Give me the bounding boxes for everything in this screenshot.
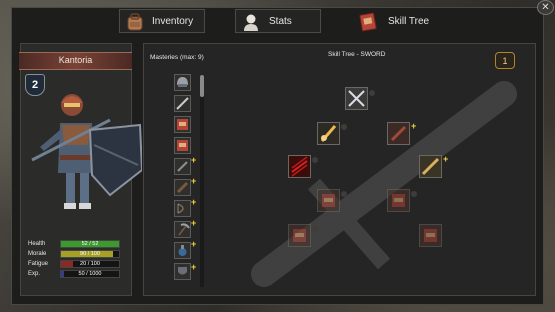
skill-node-locked-3[interactable] <box>288 224 311 247</box>
tome-icon <box>322 194 335 207</box>
sword-guard-icon <box>390 125 407 142</box>
stat-morale-label: Morale <box>28 251 47 257</box>
sword-watermark-icon <box>251 81 517 287</box>
plus-icon[interactable]: + <box>191 263 196 272</box>
morale-value: 90 / 100 <box>80 251 100 257</box>
node-indicator <box>411 191 417 197</box>
mastery-dagger[interactable] <box>174 158 191 175</box>
skill-node-strike[interactable] <box>317 122 340 145</box>
plus-icon[interactable]: + <box>443 155 448 164</box>
skill-tree-title: Skill Tree - SWORD <box>328 51 386 58</box>
fatigue-value: 20 / 100 <box>80 261 100 267</box>
mastery-helmet[interactable] <box>174 74 191 91</box>
skill-node-thrust[interactable] <box>419 155 442 178</box>
stat-fatigue-label: Fatigue <box>28 261 49 267</box>
tab-skill-tree-label: Skill Tree <box>388 15 430 27</box>
mastery-club[interactable] <box>174 179 191 196</box>
exp-bar: 50 / 1000 <box>60 270 120 278</box>
mastery-potion[interactable] <box>174 242 191 259</box>
character-portrait <box>31 94 142 209</box>
plus-icon[interactable]: + <box>191 219 196 228</box>
skill-node-root[interactable] <box>345 87 368 110</box>
sword-strike-icon <box>320 125 337 142</box>
club-icon <box>176 181 189 194</box>
health-value: 52 / 52 <box>81 241 99 247</box>
tab-stats-label: Stats <box>269 15 292 27</box>
mastery-sword[interactable] <box>174 95 191 112</box>
health-bar: 52 / 52 <box>60 240 120 248</box>
plus-icon[interactable]: + <box>191 240 196 249</box>
mastery-pickaxe[interactable] <box>174 221 191 238</box>
tab-skill-tree[interactable]: Skill Tree <box>352 9 438 33</box>
morale-bar: 90 / 100 <box>60 250 120 258</box>
plus-icon[interactable]: + <box>191 198 196 207</box>
tab-inventory-label: Inventory <box>152 15 194 27</box>
node-indicator <box>312 157 318 163</box>
masteries-scrollbar[interactable] <box>200 75 204 287</box>
mastery-bow[interactable] <box>174 200 191 217</box>
skill-node-locked-4[interactable] <box>419 224 442 247</box>
helmet-icon <box>177 77 188 87</box>
tab-stats[interactable]: Stats <box>235 9 321 33</box>
node-indicator <box>341 191 347 197</box>
tome-icon <box>177 119 188 130</box>
skill-node-locked-1[interactable] <box>317 189 340 212</box>
plus-icon[interactable]: + <box>411 122 416 131</box>
tome-icon <box>177 140 188 151</box>
sword-icon <box>176 97 189 110</box>
tome-icon <box>293 229 306 242</box>
node-indicator <box>312 226 318 232</box>
potion-icon <box>178 245 187 256</box>
stat-health-label: Health <box>28 241 46 247</box>
pickaxe-icon <box>178 223 190 236</box>
mastery-shield[interactable] <box>174 263 191 280</box>
exp-value: 50 / 1000 <box>78 271 102 277</box>
tome-icon <box>424 229 437 242</box>
plus-icon[interactable]: + <box>191 177 196 186</box>
plus-icon[interactable]: + <box>191 156 196 165</box>
tab-inventory[interactable]: Inventory <box>119 9 205 33</box>
shield-icon <box>178 267 187 275</box>
dagger-icon <box>177 161 188 172</box>
masteries-title: Masteries (max: 9) <box>150 54 204 61</box>
book-icon <box>359 12 377 32</box>
tome-icon <box>392 194 405 207</box>
skill-node-locked-2[interactable] <box>387 189 410 212</box>
slash-icon <box>291 156 308 177</box>
skill-node-guard[interactable] <box>387 122 410 145</box>
skill-node-bleed[interactable] <box>288 155 311 178</box>
fatigue-bar: 20 / 100 <box>60 260 120 268</box>
bow-icon <box>177 203 184 214</box>
stat-exp-label: Exp. <box>28 271 41 277</box>
node-indicator <box>369 90 375 96</box>
character-name: Kantoria <box>19 52 132 70</box>
mastery-tome-1[interactable] <box>174 116 191 133</box>
skill-points-badge: 1 <box>495 52 515 69</box>
crossed-swords-icon <box>348 90 365 107</box>
bust-icon <box>244 14 258 31</box>
close-button[interactable]: ✕ <box>537 0 554 15</box>
node-indicator <box>341 124 347 130</box>
masteries-scrollbar-thumb[interactable] <box>200 75 204 97</box>
backpack-icon <box>127 13 143 31</box>
thrust-icon <box>421 157 440 176</box>
mastery-tome-2[interactable] <box>174 137 191 154</box>
